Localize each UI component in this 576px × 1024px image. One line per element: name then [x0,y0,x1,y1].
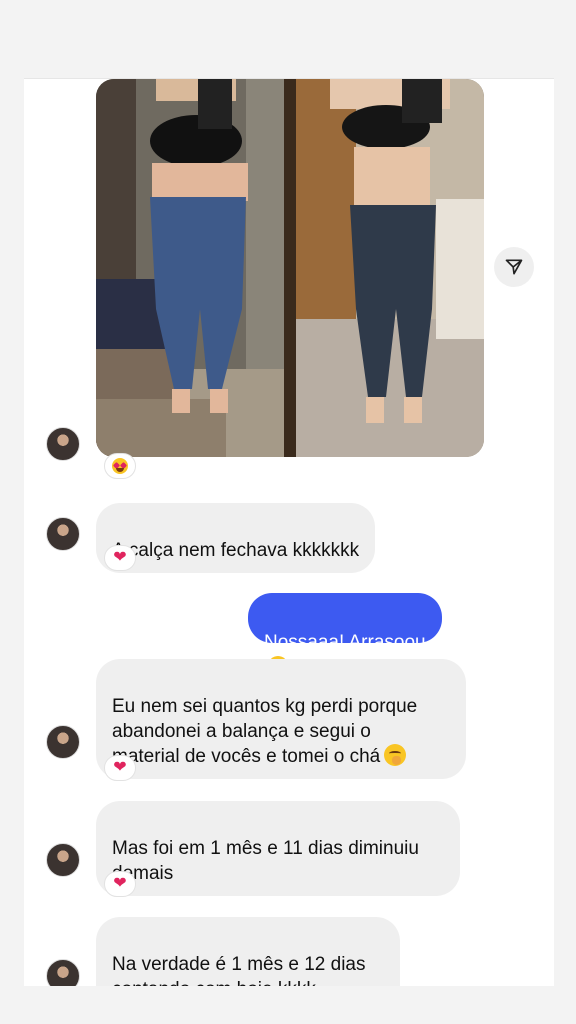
send-icon [505,259,523,275]
message-bubble-received[interactable]: Eu nem sei quantos kg perdi porque aband… [96,659,466,779]
contact-avatar[interactable] [46,959,80,986]
heart-icon: ❤ [113,759,127,776]
reaction-heart[interactable]: ❤ [104,545,136,571]
share-button[interactable] [494,247,534,287]
message-bubble-received[interactable]: Na verdade é 1 mês e 12 dias contando co… [96,917,400,986]
before-after-image [96,79,484,457]
message-text: Nossaaa! Arrasoou [264,632,426,653]
contact-avatar[interactable] [46,843,80,877]
message-bubble-sent[interactable]: Nossaaa! Arrasoou [248,593,442,726]
contact-avatar[interactable] [46,725,80,759]
heart-icon: ❤ [113,875,127,892]
message-text: Eu nem sei quantos kg perdi porque aband… [112,696,418,767]
message-text: Mas foi em 1 mês e 11 dias diminuiu dema… [112,838,419,884]
shared-photo[interactable] [96,79,484,457]
message-bubble-received[interactable]: A calça nem fechava kkkkkkk [96,503,376,573]
reaction-heart-eyes[interactable] [104,453,136,479]
reaction-heart[interactable]: ❤ [104,755,136,781]
message-bubble-received[interactable]: Mas foi em 1 mês e 11 dias diminuiu dema… [96,801,460,896]
shushing-face-icon [384,744,407,766]
reaction-heart[interactable]: ❤ [104,871,136,897]
heart-icon: ❤ [113,549,127,566]
contact-avatar[interactable] [46,427,80,461]
message-text: Na verdade é 1 mês e 12 dias contando co… [112,954,366,986]
contact-avatar[interactable] [46,517,80,551]
heart-eyes-icon [112,458,128,474]
message-text: A calça nem fechava kkkkkkk [112,540,360,561]
chat-thread: A calça nem fechava kkkkkkk ❤ Nossaaa! A… [24,78,554,986]
